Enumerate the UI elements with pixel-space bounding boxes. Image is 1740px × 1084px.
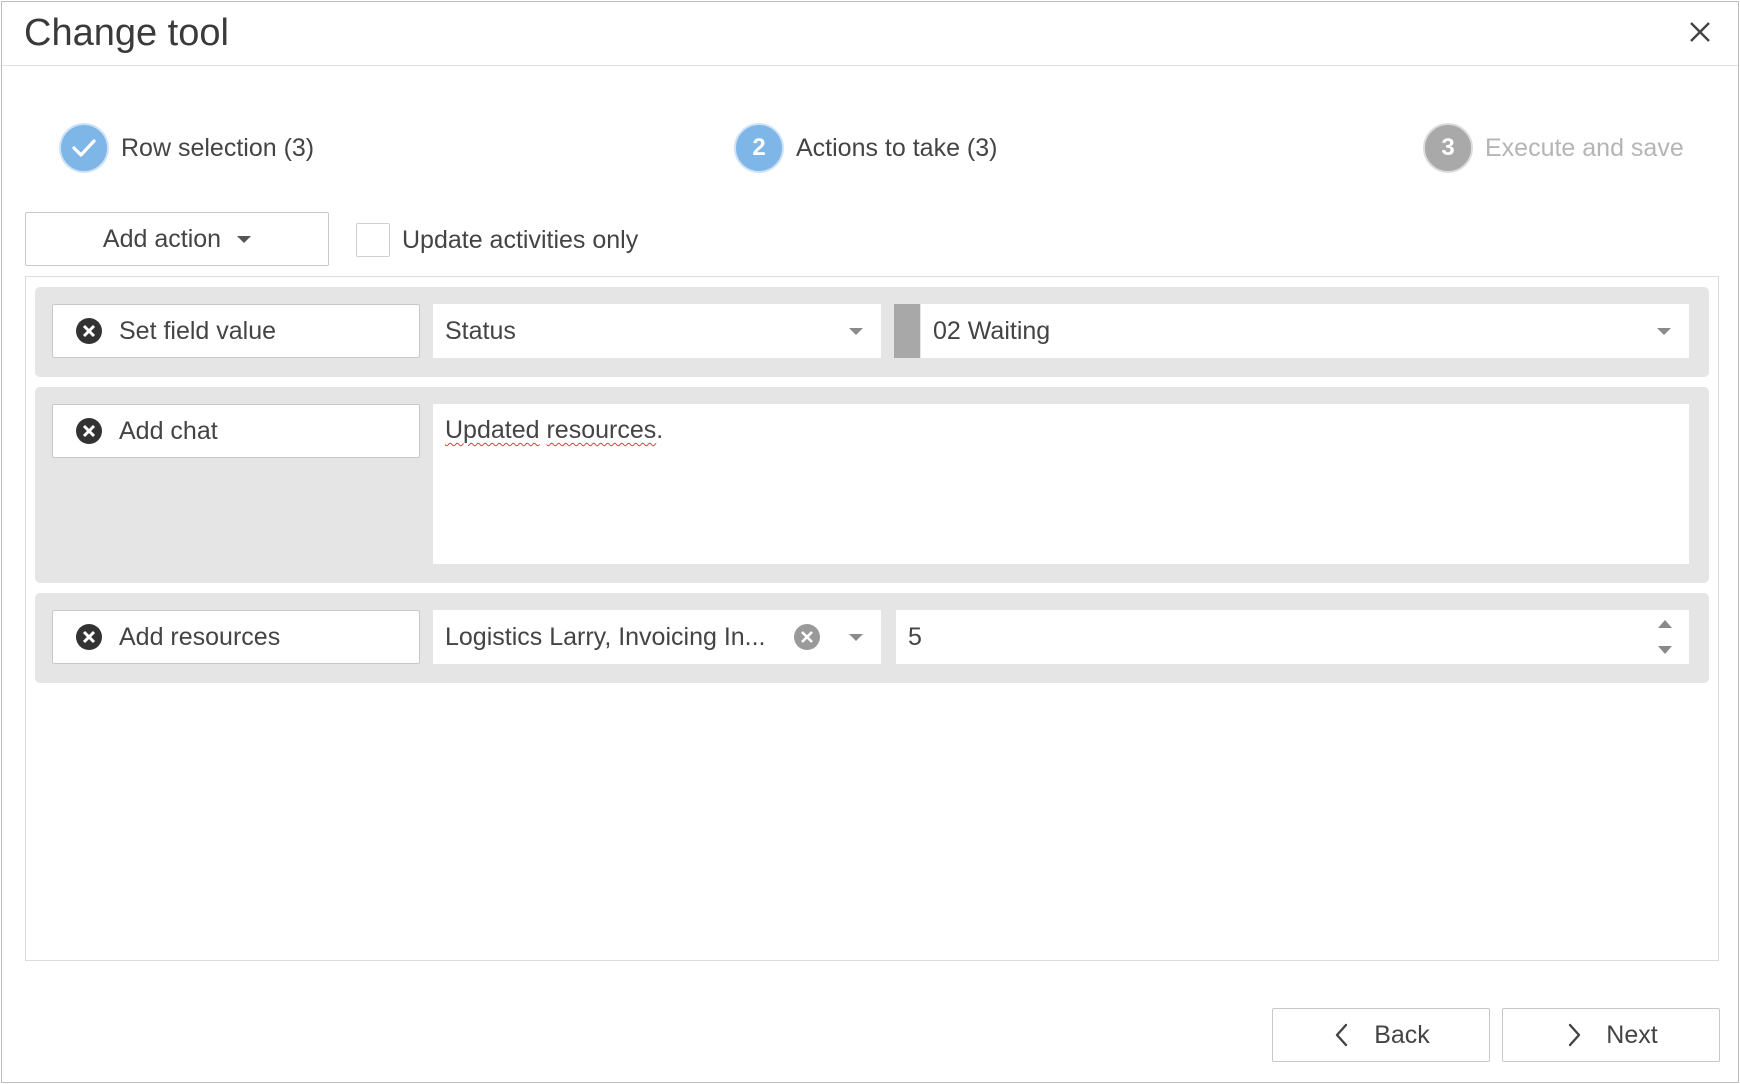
step-label: Actions to take (3) [796,133,998,162]
step-actions-to-take[interactable]: 2 Actions to take (3) [734,120,997,176]
chevron-down-icon [1657,328,1671,335]
action-type-label: Add resources [119,622,281,651]
chevron-right-icon [1569,1023,1581,1047]
step-execute-and-save[interactable]: 3 Execute and save [1423,120,1684,176]
wizard-steps: Row selection (3) 2 Actions to take (3) … [2,120,1738,180]
chat-text-word: resources [546,416,657,444]
remove-action-button[interactable]: Add resources [52,610,420,664]
clear-icon[interactable] [793,623,821,651]
remove-action-button[interactable]: Set field value [52,304,420,358]
dialog-header: Change tool [2,2,1738,66]
value-select-value: 02 Waiting [933,316,1051,345]
add-action-label: Add action [102,224,222,253]
dialog-title: Change tool [24,12,229,54]
chevron-down-icon [849,634,863,641]
spinner-arrows[interactable] [1657,618,1673,656]
field-select-value: Status [445,316,516,345]
next-button[interactable]: Next [1502,1008,1720,1062]
action-row-add-chat: Add chat Updated resources. [35,387,1709,583]
quantity-stepper[interactable]: 5 [896,610,1689,664]
step-row-selection[interactable]: Row selection (3) [59,120,314,176]
chat-text-word: Updated [445,416,540,444]
step-label: Execute and save [1485,133,1684,162]
chevron-down-icon [849,328,863,335]
action-type-label: Add chat [119,416,218,445]
remove-circle-icon [76,318,102,344]
resources-value: Logistics Larry, Invoicing In... [445,622,766,651]
back-label: Back [1374,1020,1430,1049]
next-label: Next [1606,1020,1658,1049]
add-action-dropdown-button[interactable]: Add action [25,212,329,266]
field-select[interactable]: Status [433,304,881,358]
action-row-set-field-value: Set field value Status 02 Waiting [35,287,1709,377]
chat-message-textarea[interactable]: Updated resources. [433,404,1689,564]
action-type-label: Set field value [119,316,277,345]
remove-action-button[interactable]: Add chat [52,404,420,458]
quantity-value: 5 [908,622,922,651]
update-activities-option: Update activities only [356,223,638,257]
value-select[interactable]: 02 Waiting [921,304,1689,358]
back-button[interactable]: Back [1272,1008,1490,1062]
remove-circle-icon [76,418,102,444]
close-icon [1690,22,1710,42]
actions-panel: Set field value Status 02 Waiting Add ch… [25,276,1719,961]
resources-multiselect[interactable]: Logistics Larry, Invoicing In... [433,610,881,664]
increment-icon[interactable] [1658,620,1672,628]
chat-text-punct: . [656,416,664,444]
action-row-add-resources: Add resources Logistics Larry, Invoicing… [35,593,1709,683]
close-button[interactable] [1684,16,1716,48]
step-number-badge: 2 [734,123,784,173]
caret-down-icon [237,235,252,243]
status-color-swatch [894,304,920,358]
step-complete-badge [59,123,109,173]
decrement-icon[interactable] [1658,646,1672,654]
step-number-badge: 3 [1423,123,1473,173]
update-activities-label[interactable]: Update activities only [402,226,638,255]
step-label: Row selection (3) [121,133,315,162]
check-icon [72,139,96,157]
remove-circle-icon [76,624,102,650]
chevron-left-icon [1336,1023,1348,1047]
update-activities-checkbox[interactable] [356,223,390,257]
change-tool-dialog: Change tool Row selection (3) 2 Actions … [1,1,1739,1083]
